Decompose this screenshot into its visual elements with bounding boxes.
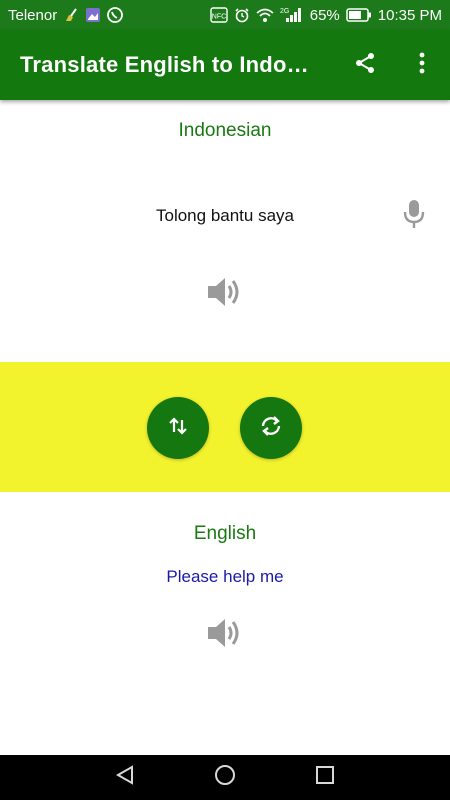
home-button[interactable] <box>195 755 255 800</box>
app-bar: Translate English to Indo… <box>0 30 450 100</box>
refresh-icon <box>258 413 284 444</box>
back-triangle-icon <box>114 764 136 791</box>
battery-percent: 65% <box>309 6 340 24</box>
more-vertical-icon <box>418 51 426 80</box>
whatsapp-icon <box>107 7 124 23</box>
share-button[interactable] <box>343 30 387 100</box>
speaker-icon <box>206 616 244 655</box>
overflow-menu-button[interactable] <box>400 30 444 100</box>
page-title: Translate English to Indo… <box>20 52 309 77</box>
wifi-icon <box>256 7 274 23</box>
swap-vertical-icon <box>166 414 190 443</box>
svg-text:NFC: NFC <box>212 14 226 21</box>
nfc-icon: NFC <box>210 7 228 23</box>
signal-icon: 2G <box>280 7 304 23</box>
swap-languages-button[interactable] <box>147 397 209 459</box>
clock: 10:35 PM <box>377 6 442 24</box>
translated-text: Please help me <box>166 567 284 586</box>
source-speak-button[interactable] <box>205 276 245 312</box>
broom-icon <box>63 7 79 23</box>
microphone-button[interactable] <box>398 199 430 234</box>
status-bar: Telenor NFC 2G 65% 10:35 PM <box>0 0 450 30</box>
recents-square-icon <box>314 764 336 791</box>
back-button[interactable] <box>95 755 155 800</box>
gallery-icon <box>85 7 101 23</box>
microphone-icon <box>403 199 425 234</box>
home-circle-icon <box>214 764 236 791</box>
refresh-button[interactable] <box>240 397 302 459</box>
svg-text:2G: 2G <box>280 8 289 15</box>
alarm-icon <box>234 7 250 23</box>
control-band <box>0 362 450 492</box>
source-language-label[interactable]: Indonesian <box>0 120 450 142</box>
recents-button[interactable] <box>295 755 355 800</box>
speaker-icon <box>206 275 244 314</box>
target-language-label[interactable]: English <box>0 523 450 545</box>
source-text[interactable]: Tolong bantu saya <box>0 206 450 226</box>
target-speak-button[interactable] <box>205 617 245 653</box>
battery-icon <box>346 8 372 22</box>
navigation-bar <box>0 755 450 800</box>
share-icon <box>353 51 377 80</box>
carrier-label: Telenor <box>8 6 58 24</box>
